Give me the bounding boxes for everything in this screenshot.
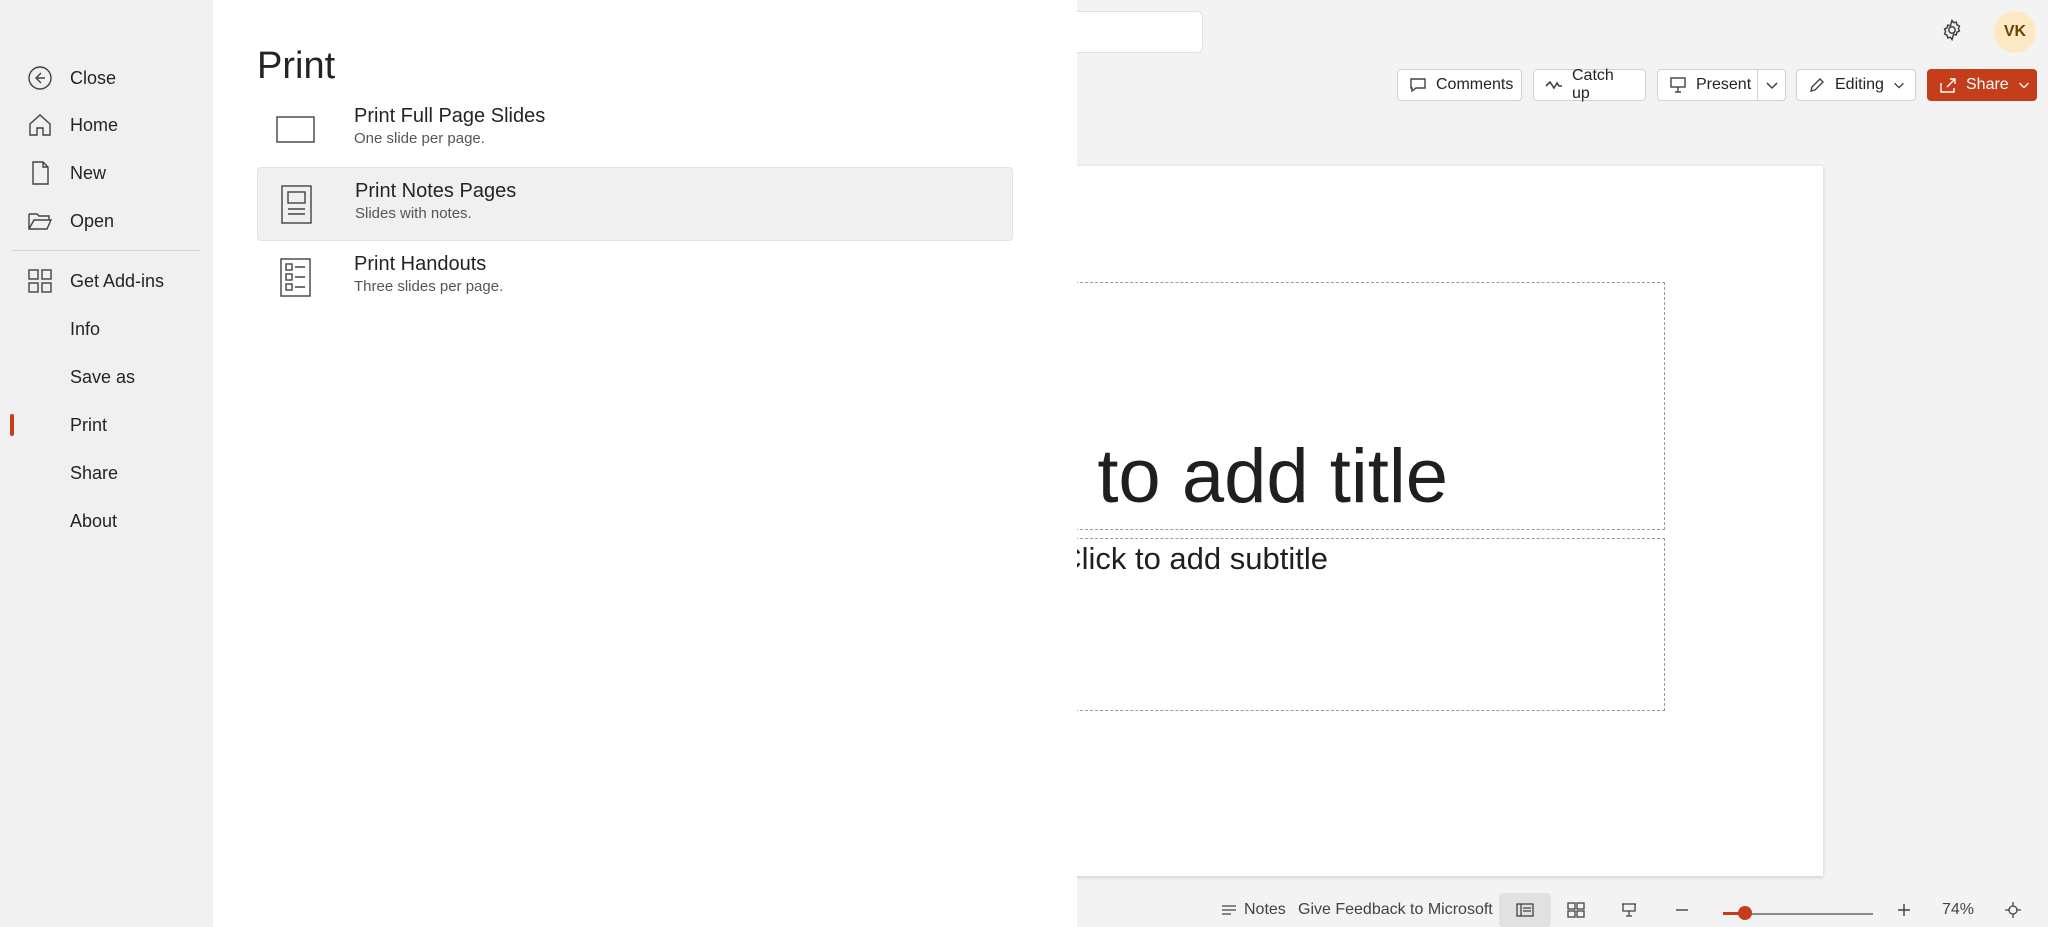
user-avatar[interactable]: VK [1994,11,2036,53]
catch-up-button[interactable]: Catch up [1533,67,1646,102]
notes-toggle[interactable]: Notes [1220,893,1286,927]
back-arrow-icon [27,65,53,91]
print-handouts-option[interactable]: Print Handouts Three slides per page. [257,241,1013,315]
feedback-label: Give Feedback to Microsoft [1298,901,1493,918]
option-description: Three slides per page. [354,278,504,295]
option-description: Slides with notes. [355,205,472,222]
title-placeholder[interactable]: Click to add title [1060,282,1665,530]
comments-label: Comments [1436,76,1514,93]
minus-icon [1676,909,1688,911]
notes-label: Notes [1244,901,1286,918]
option-description: One slide per page. [354,130,485,147]
nav-close[interactable]: Close [0,58,213,98]
nav-get-add-ins-label: Get Add-ins [70,270,165,291]
present-options-button[interactable] [1757,69,1786,101]
nav-share[interactable]: Share [0,453,213,493]
nav-print[interactable]: Print [0,405,213,445]
chevron-down-icon [2018,82,2029,89]
folder-open-icon [27,208,53,234]
nav-open-label: Open [70,210,115,231]
zoom-slider-thumb[interactable] [1738,906,1752,920]
feedback-link[interactable]: Give Feedback to Microsoft [1298,893,1493,927]
zoom-level[interactable]: 74% [1942,893,1974,927]
search-input[interactable] [1060,11,1203,53]
nav-open[interactable]: Open [0,201,213,241]
present-icon [1670,77,1686,93]
backstage-nav: Close Home New Open Get Add-ins Info Sav… [0,0,213,927]
share-label: Share [1966,76,2009,93]
zoom-slider-fill [1723,912,1739,915]
option-title: Print Full Page Slides [354,105,546,127]
nav-about[interactable]: About [0,501,213,541]
nav-get-add-ins[interactable]: Get Add-ins [0,261,213,301]
normal-view-button[interactable] [1499,893,1551,927]
subtitle-placeholder-text: Click to add subtitle [1060,541,1328,576]
nav-home[interactable]: Home [0,105,213,145]
slide-page-icon [275,109,317,151]
option-title: Print Notes Pages [355,180,517,202]
chevron-down-icon [1894,82,1904,89]
nav-print-label: Print [70,414,108,435]
grid-view-icon [1567,902,1585,918]
nav-divider [11,250,201,251]
handouts-page-icon [275,257,317,299]
normal-view-icon [1516,903,1534,917]
present-button[interactable]: Present [1657,69,1758,101]
pencil-icon [1810,78,1824,92]
plus-icon [1898,904,1910,916]
nav-save-as-label: Save as [70,366,136,387]
notes-icon [1222,905,1236,915]
nav-info[interactable]: Info [0,309,213,349]
subtitle-placeholder[interactable]: Click to add subtitle [1060,538,1665,711]
print-full-page-slides-option[interactable]: Print Full Page Slides One slide per pag… [257,93,1013,167]
settings-gear-icon[interactable] [1936,14,1968,46]
print-panel: Print Print Full Page Slides One slide p… [213,0,1077,927]
slide-sorter-button[interactable] [1567,893,1585,927]
nav-home-label: Home [70,114,119,135]
zoom-out-button[interactable] [1674,893,1690,927]
present-label: Present [1696,76,1752,93]
nav-new-label: New [70,162,107,183]
print-notes-pages-option[interactable]: Print Notes Pages Slides with notes. [257,167,1013,241]
home-icon [27,112,53,138]
add-ins-grid-icon [27,268,53,294]
status-bar: Notes Give Feedback to Microsoft 74% [1060,893,2048,927]
chevron-down-icon [1766,82,1778,90]
reading-view-button[interactable] [1620,893,1638,927]
zoom-level-text: 74% [1942,901,1975,918]
fit-to-window-button[interactable] [2004,893,2022,927]
active-indicator [10,414,14,436]
nav-save-as[interactable]: Save as [0,357,213,397]
nav-share-label: Share [70,462,119,483]
title-placeholder-text: Click to add title [1060,434,1448,519]
notes-page-icon [276,184,318,226]
nav-about-label: About [70,510,118,531]
comment-icon [1410,78,1426,93]
share-icon [1940,78,1956,93]
presenter-icon [1622,903,1636,917]
new-document-icon [27,160,53,186]
fit-window-icon [2005,902,2021,918]
activity-icon [1545,80,1562,90]
zoom-in-button[interactable] [1896,893,1912,927]
comments-button[interactable]: Comments [1397,69,1522,101]
nav-new[interactable]: New [0,153,213,193]
share-button[interactable]: Share [1927,69,2037,101]
page-title: Print [257,45,336,87]
nav-close-label: Close [70,67,117,88]
editing-label: Editing [1835,76,1884,93]
option-title: Print Handouts [354,253,487,275]
catch-up-label: Catch up [1572,67,1614,102]
editing-mode-button[interactable]: Editing [1796,69,1916,101]
nav-info-label: Info [70,318,101,339]
slide-canvas[interactable]: Click to add title Click to add subtitle [1060,166,1823,876]
